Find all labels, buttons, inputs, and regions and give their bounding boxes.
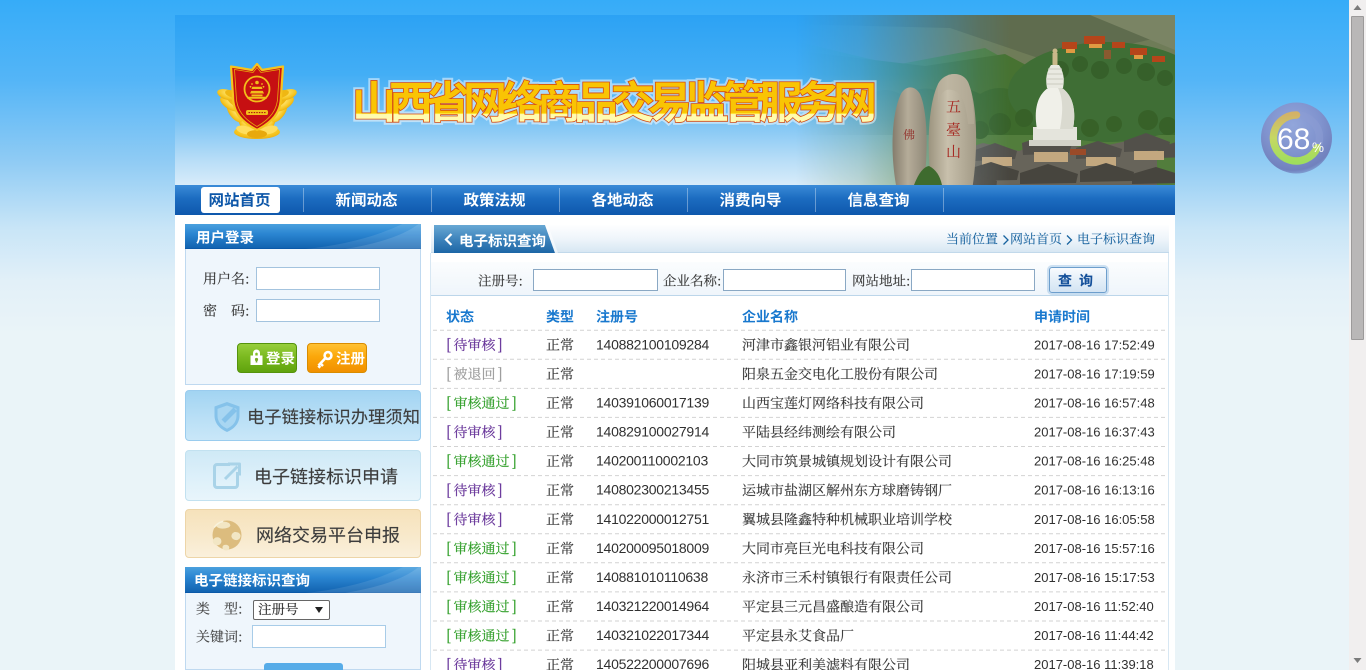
svg-text:140802300213455: 140802300213455 <box>596 482 710 498</box>
svg-text:2017-08-16 11:52:40: 2017-08-16 11:52:40 <box>1034 599 1154 614</box>
svg-text:140829100027914: 140829100027914 <box>596 424 710 440</box>
svg-text:2017-08-16 16:13:16: 2017-08-16 16:13:16 <box>1034 483 1155 498</box>
svg-text:140881010110638: 140881010110638 <box>596 569 708 585</box>
svg-text:2017-08-16 17:19:59: 2017-08-16 17:19:59 <box>1034 366 1155 381</box>
svg-text:2017-08-16 16:05:58: 2017-08-16 16:05:58 <box>1034 512 1155 527</box>
svg-text:140321220014964: 140321220014964 <box>596 598 710 614</box>
svg-text:140882100109284: 140882100109284 <box>596 336 710 352</box>
svg-text:2017-08-16 15:17:53: 2017-08-16 15:17:53 <box>1034 570 1155 585</box>
svg-text:2017-08-16 16:57:48: 2017-08-16 16:57:48 <box>1034 396 1155 411</box>
svg-text:140200110002103: 140200110002103 <box>596 453 708 469</box>
svg-text:140200095018009: 140200095018009 <box>596 540 710 556</box>
svg-text:%: % <box>1312 140 1324 155</box>
svg-text:141022000012751: 141022000012751 <box>596 511 710 527</box>
svg-text:68: 68 <box>1277 123 1310 156</box>
svg-text:2017-08-16 16:37:43: 2017-08-16 16:37:43 <box>1034 425 1155 440</box>
svg-text:140522200007696: 140522200007696 <box>596 656 710 670</box>
svg-text:2017-08-16 11:44:42: 2017-08-16 11:44:42 <box>1034 628 1154 643</box>
svg-text:2017-08-16 16:25:48: 2017-08-16 16:25:48 <box>1034 454 1155 469</box>
svg-text:2017-08-16 17:52:49: 2017-08-16 17:52:49 <box>1034 337 1155 352</box>
svg-text:2017-08-16 11:39:18: 2017-08-16 11:39:18 <box>1034 657 1154 670</box>
svg-text:140391060017139: 140391060017139 <box>596 395 710 411</box>
svg-text:140321022017344: 140321022017344 <box>596 627 710 643</box>
svg-text:2017-08-16 15:57:16: 2017-08-16 15:57:16 <box>1034 541 1155 556</box>
